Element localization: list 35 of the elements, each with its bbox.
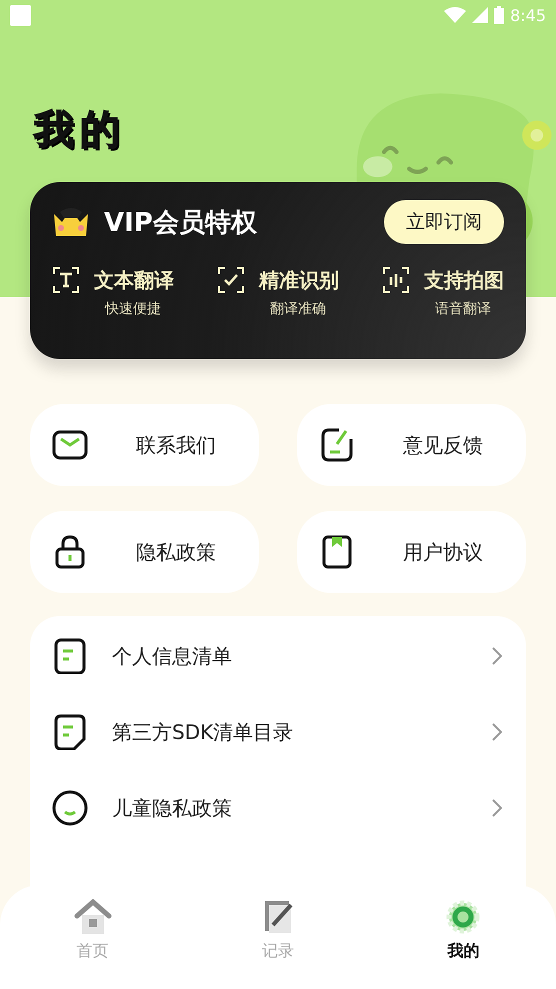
- audio-scan-icon: [382, 266, 410, 294]
- vip-title: VIP会员特权: [104, 206, 258, 240]
- feature-description: 语音翻译: [435, 300, 491, 318]
- smile-icon: [52, 790, 88, 826]
- chevron-icon: [492, 723, 502, 741]
- page-title: 我的: [34, 106, 127, 155]
- wifi-icon: [444, 7, 466, 23]
- document-icon: [52, 714, 88, 750]
- notification-icon: [10, 4, 31, 26]
- menu-item[interactable]: 儿童隐私政策: [30, 770, 526, 846]
- link-card[interactable]: 联系我们: [30, 404, 259, 486]
- tab-item[interactable]: 我的: [403, 899, 524, 989]
- battery-icon: [494, 6, 504, 24]
- gear-icon: [444, 899, 482, 935]
- feature-description: 快速便捷: [105, 300, 161, 318]
- feature-description: 翻译准确: [270, 300, 326, 318]
- house-icon: [74, 899, 112, 935]
- crown-icon: [52, 206, 90, 238]
- link-card[interactable]: 隐私政策: [30, 511, 259, 593]
- document-icon: [52, 638, 88, 674]
- edit-icon: [319, 427, 355, 463]
- chevron-icon: [492, 647, 502, 665]
- feature-name: 文本翻译: [94, 266, 174, 294]
- feature-name: 精准识别: [259, 266, 339, 294]
- link-card[interactable]: 用户协议: [297, 511, 526, 593]
- feature-name: 支持拍图: [424, 266, 504, 294]
- menu-item[interactable]: 个人信息清单: [30, 618, 526, 694]
- signal-icon: [472, 7, 488, 23]
- chevron-icon: [492, 799, 502, 817]
- menu-item[interactable]: 第三方SDK清单目录: [30, 694, 526, 770]
- subscribe-button[interactable]: 立即订阅: [384, 200, 504, 244]
- clock-time: 8:45: [510, 6, 546, 24]
- link-card[interactable]: 意见反馈: [297, 404, 526, 486]
- text-scan-icon: [52, 266, 80, 294]
- check-scan-icon: [217, 266, 245, 294]
